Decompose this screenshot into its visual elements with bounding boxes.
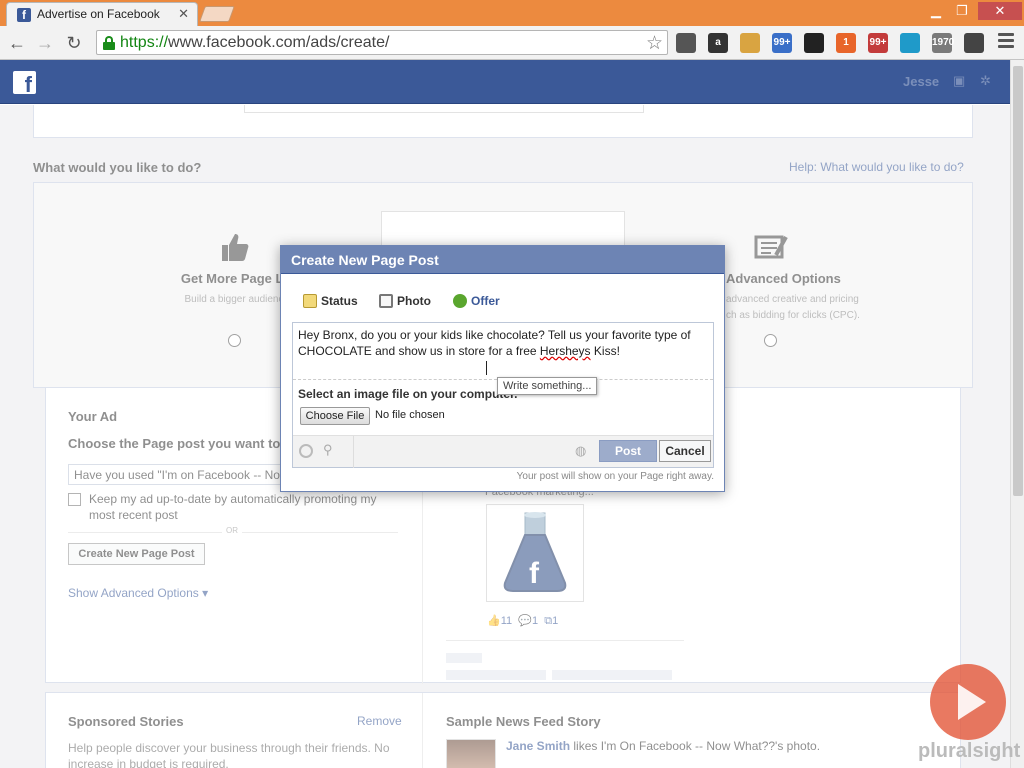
tab-status[interactable]: Status [303, 294, 358, 308]
forward-icon[interactable]: → [34, 32, 56, 54]
reload-icon[interactable]: ↻ [63, 32, 85, 54]
composer-footer: ⚲ ◍ Post Cancel [293, 435, 713, 468]
sync-icon[interactable] [900, 33, 920, 53]
tab-close-icon[interactable]: ✕ [178, 6, 189, 22]
eyedropper-icon[interactable] [676, 33, 696, 53]
back-icon[interactable]: ← [6, 32, 28, 54]
dialog-title: Create New Page Post [281, 246, 724, 274]
post-button[interactable]: Post [599, 440, 657, 462]
browser-toolbar: ← → ↻ https://www.facebook.com/ads/creat… [0, 26, 1024, 60]
amazon-icon[interactable]: a [708, 33, 728, 53]
user-name-link[interactable]: Jesse [903, 74, 939, 89]
facebook-logo[interactable]: f [13, 71, 36, 94]
create-page-post-dialog: Create New Page Post Status Photo Offer … [280, 245, 725, 492]
offer-icon [453, 294, 467, 308]
browser-tab[interactable]: f Advertise on Facebook ✕ [6, 2, 198, 26]
puzzle-icon[interactable] [964, 33, 984, 53]
status-icon [303, 294, 317, 308]
location-pin-icon[interactable]: ⚲ [323, 442, 333, 458]
pluralsight-watermark: pluralsight [918, 662, 1020, 768]
post-note: Your post will show on your Page right a… [516, 471, 714, 482]
write-something-tooltip: Write something... [497, 377, 598, 395]
lock-icon [103, 36, 115, 50]
browser-tabstrip: f Advertise on Facebook ✕ ▁ ❐ ✕ [0, 0, 1024, 26]
mail-99-icon[interactable]: 99+ [868, 33, 888, 53]
bookmark-star-icon[interactable]: ☆ [646, 32, 663, 55]
notifications-icon[interactable]: 1 [836, 33, 856, 53]
tab-title: Advertise on Facebook [37, 7, 160, 21]
post-composer: Hey Bronx, do you or your kids like choc… [292, 322, 714, 468]
facebook-top-bar: f Jesse ▣ ✲ [0, 60, 1010, 104]
url-text: https://www.facebook.com/ads/create/ [120, 34, 390, 51]
post-textarea[interactable]: Hey Bronx, do you or your kids like choc… [298, 327, 710, 359]
choose-file-button[interactable]: Choose File [300, 407, 370, 425]
lock-settings-icon[interactable]: ▣ [953, 74, 967, 87]
badge-99-icon[interactable]: 99+ [772, 33, 792, 53]
target-icon[interactable] [299, 444, 313, 458]
buffer-icon[interactable] [804, 33, 824, 53]
gear-icon[interactable]: ✲ [980, 74, 994, 87]
browser-menu-icon[interactable] [998, 33, 1014, 51]
photo-icon [379, 294, 393, 308]
cancel-button[interactable]: Cancel [659, 440, 711, 462]
no-file-label: No file chosen [375, 409, 445, 421]
address-bar[interactable]: https://www.facebook.com/ads/create/ ☆ [96, 30, 668, 55]
maximize-icon[interactable]: ❐ [948, 2, 976, 20]
calendar-icon[interactable]: 1970 [932, 33, 954, 53]
text-cursor-icon [486, 361, 487, 375]
file-select-label: Select an image file on your computer. [298, 387, 517, 401]
tab-photo[interactable]: Photo [379, 294, 431, 308]
new-tab-button[interactable] [199, 6, 235, 22]
audience-globe-icon[interactable]: ◍ [575, 443, 586, 459]
tab-offer[interactable]: Offer [453, 294, 500, 308]
cookie-icon[interactable] [740, 33, 760, 53]
facebook-favicon-icon: f [17, 8, 31, 22]
close-window-icon[interactable]: ✕ [978, 2, 1022, 20]
minimize-icon[interactable]: ▁ [922, 2, 950, 20]
